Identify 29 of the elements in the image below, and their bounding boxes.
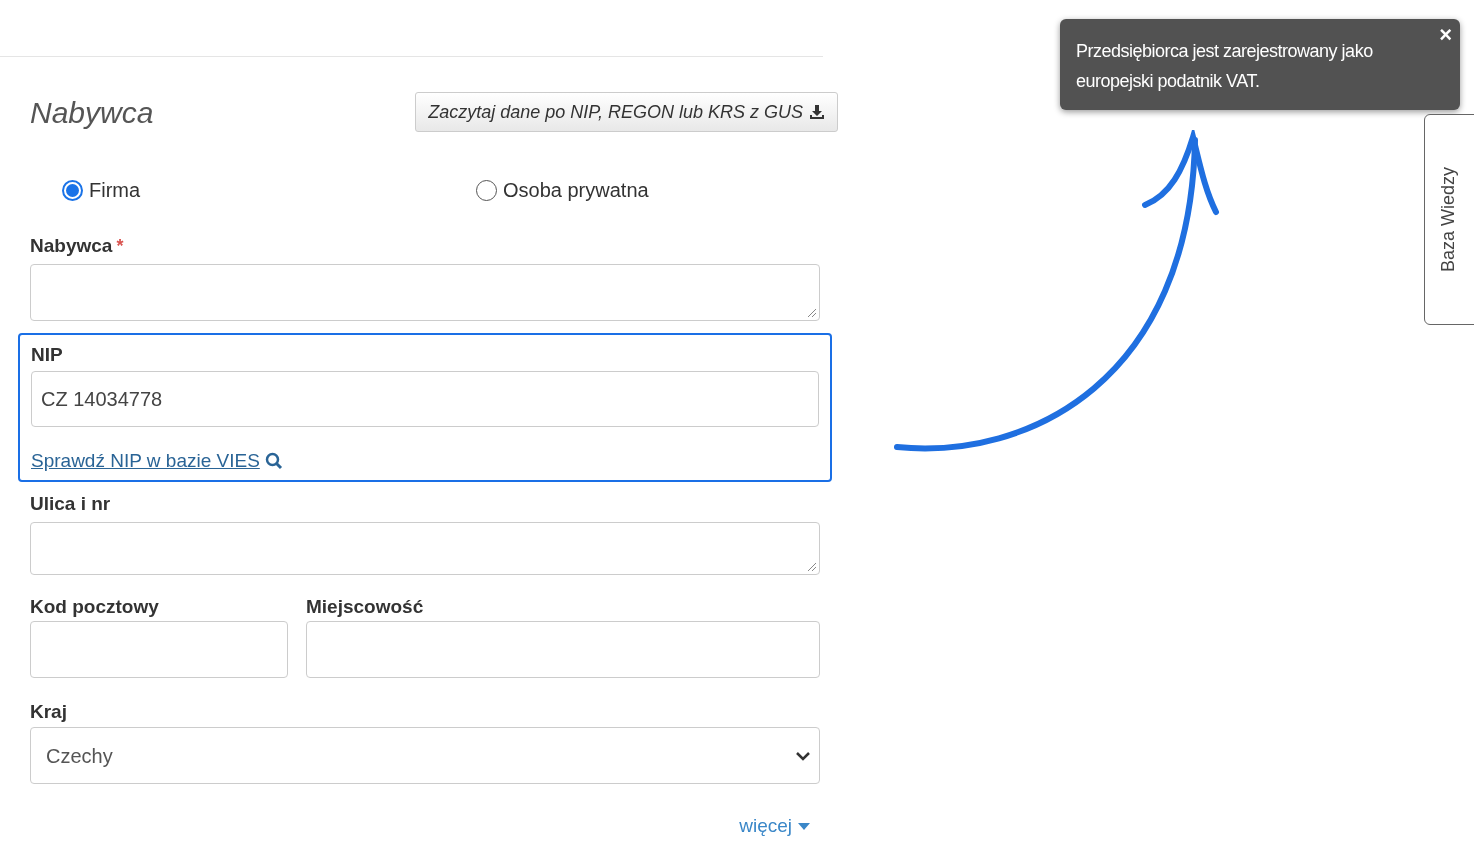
more-link[interactable]: więcej	[739, 812, 810, 841]
city-label: Miejscowość	[306, 595, 425, 617]
section-title: Nabywca	[30, 94, 154, 131]
street-label: Ulica i nr	[30, 491, 111, 516]
toast-message: Przedsiębiorca jest zarejestrowany jako europejski podatnik VAT.	[1076, 40, 1374, 93]
download-icon	[809, 104, 825, 120]
radio-option[interactable]: Osoba prywatna	[476, 175, 649, 205]
postal-code-label: Kod pocztowy	[30, 595, 160, 617]
postal-code-input[interactable]	[30, 621, 288, 678]
buyer-label: Nabywca	[30, 233, 113, 258]
resize-handle-icon	[805, 560, 817, 572]
gus-import-button[interactable]: Zaczytaj dane po NIP, REGON lub KRS z GUS	[415, 92, 838, 132]
vies-check-link[interactable]: Sprawdź NIP w bazie VIES	[31, 447, 283, 476]
resize-handle-icon	[805, 306, 817, 318]
search-icon	[264, 452, 283, 471]
country-label: Kraj	[30, 700, 68, 722]
caret-down-icon	[798, 822, 810, 830]
nip-input[interactable]: CZ 14034778	[31, 371, 819, 427]
chevron-down-icon	[795, 750, 811, 761]
buyer-textarea[interactable]	[30, 264, 820, 321]
radio-option[interactable]: Firma	[0, 175, 476, 205]
country-select[interactable]: Czechy	[30, 727, 820, 784]
close-button[interactable]: ×	[1439, 22, 1452, 48]
side-tab[interactable]: Baza Wiedzy	[1424, 114, 1474, 325]
city-input[interactable]	[306, 621, 820, 678]
nip-label: NIP	[31, 343, 64, 365]
street-textarea[interactable]	[30, 522, 820, 575]
required-asterisk: *	[116, 237, 124, 255]
side-tab-label: Baza Wiedzy	[1437, 167, 1460, 272]
